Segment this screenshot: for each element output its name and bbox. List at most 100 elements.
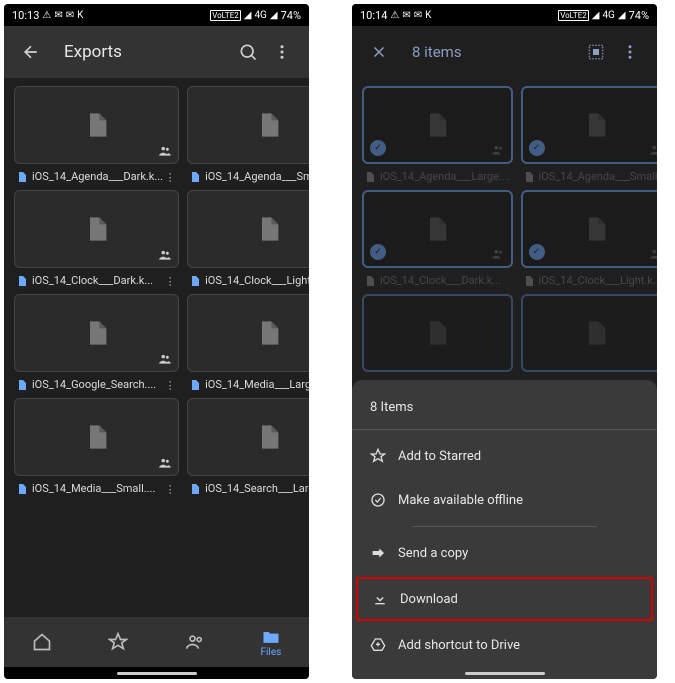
file-card[interactable]: iOS_14_Agenda___Small.... ⋮ (187, 86, 309, 184)
file-thumb[interactable]: ✓ (362, 190, 513, 268)
file-thumb[interactable] (14, 86, 179, 164)
selection-title: 8 items (412, 43, 579, 61)
file-thumb[interactable] (362, 294, 513, 372)
file-name: iOS_14_Search___Large.... (205, 482, 309, 496)
doc-icon (582, 319, 610, 347)
file-card[interactable]: ✓ iOS_14_Agenda___Large.... (362, 86, 513, 184)
clock-text: 10:14 (360, 9, 387, 22)
doc-icon (423, 319, 451, 347)
volte-icon: VoLTE2 (558, 10, 589, 21)
file-card[interactable]: ✓ iOS_14_Clock___Dark.k... (362, 190, 513, 288)
file-thumb[interactable] (187, 398, 309, 476)
file-thumb[interactable] (187, 86, 309, 164)
clock-text: 10:13 (12, 9, 39, 22)
file-card[interactable] (362, 294, 513, 372)
file-thumb[interactable]: ✓ (521, 190, 657, 268)
menu-label: Make available offline (398, 493, 523, 508)
file-thumb[interactable] (14, 294, 179, 372)
shared-icon (158, 144, 172, 158)
selection-app-bar: 8 items (352, 26, 657, 78)
doc-icon (423, 111, 451, 139)
menu-add-starred[interactable]: Add to Starred (352, 434, 657, 478)
check-icon: ✓ (370, 140, 386, 156)
folder-icon (261, 627, 281, 647)
k-icon: K (425, 10, 431, 21)
check-icon: ✓ (370, 244, 386, 260)
file-name: iOS_14_Media___Large.... (205, 378, 309, 392)
select-all-button[interactable] (579, 35, 613, 69)
shared-icon (158, 456, 172, 470)
file-thumb[interactable] (14, 190, 179, 268)
shared-icon (649, 143, 657, 157)
offline-icon (370, 492, 398, 508)
file-type-icon (523, 274, 535, 288)
action-sheet: 8 Items Add to Starred Make available of… (352, 380, 657, 679)
download-icon (372, 591, 400, 607)
file-card[interactable]: iOS_14_Google_Search.... ⋮ (14, 294, 179, 392)
file-thumb[interactable]: ✓ (521, 86, 657, 164)
menu-download[interactable]: Download (356, 577, 653, 621)
file-menu-button[interactable]: ⋮ (163, 483, 177, 496)
file-type-icon (364, 170, 376, 184)
file-menu-button[interactable]: ⋮ (163, 275, 177, 288)
file-card[interactable]: iOS_14_Clock___Light.k... ⋮ (187, 190, 309, 288)
doc-icon (255, 319, 283, 347)
file-card[interactable]: iOS_14_Media___Large.... ⋮ (187, 294, 309, 392)
file-type-icon (16, 170, 28, 184)
doc-icon (255, 423, 283, 451)
file-card[interactable]: ✓ iOS_14_Agenda___Small.... (521, 86, 657, 184)
file-card[interactable]: iOS_14_Agenda___Dark.k... ⋮ (14, 86, 179, 184)
file-name: iOS_14_Agenda___Small.... (539, 170, 657, 184)
file-thumb[interactable] (187, 294, 309, 372)
doc-icon (582, 215, 610, 243)
signal2-icon: ◢ (270, 10, 278, 21)
file-card[interactable]: iOS_14_Media___Small.... ⋮ (14, 398, 179, 496)
menu-send-copy[interactable]: Send a copy (352, 531, 657, 575)
battery-text: 74% (281, 9, 301, 22)
search-button[interactable] (231, 35, 265, 69)
status-bar: 10:13 ⚠ ✉ ✉ K VoLTE2 ◢ 4G ◢ 74% (4, 4, 309, 26)
back-button[interactable] (14, 35, 48, 69)
doc-icon (423, 215, 451, 243)
mail-icon: ✉ (54, 10, 62, 21)
file-thumb[interactable] (14, 398, 179, 476)
overflow-button[interactable] (613, 35, 647, 69)
menu-add-shortcut[interactable]: Add shortcut to Drive (352, 623, 657, 667)
file-menu-button[interactable]: ⋮ (163, 379, 177, 392)
sig4g-text: 4G (254, 10, 266, 21)
file-name: iOS_14_Clock___Light.k... (539, 274, 657, 288)
doc-icon (255, 111, 283, 139)
file-card[interactable] (521, 294, 657, 372)
star-icon (370, 448, 398, 464)
file-card[interactable]: ✓ iOS_14_Clock___Light.k... (521, 190, 657, 288)
shared-icon (491, 247, 505, 261)
file-thumb[interactable] (187, 190, 309, 268)
app-bar: Exports (4, 26, 309, 78)
tab-files-label: Files (260, 647, 281, 658)
file-card[interactable]: iOS_14_Search___Large.... ⋮ (187, 398, 309, 496)
check-icon: ✓ (529, 244, 545, 260)
tab-home[interactable] (4, 632, 80, 652)
file-thumb[interactable] (521, 294, 657, 372)
file-card[interactable]: iOS_14_Clock___Dark.k... ⋮ (14, 190, 179, 288)
file-menu-button[interactable]: ⋮ (163, 171, 177, 184)
tab-starred[interactable] (80, 632, 156, 652)
volte-icon: VoLTE2 (210, 10, 241, 21)
file-grid: iOS_14_Agenda___Dark.k... ⋮ iOS_14_Agend… (4, 78, 309, 617)
phone-left: 10:13 ⚠ ✉ ✉ K VoLTE2 ◢ 4G ◢ 74% Exports (4, 4, 309, 679)
menu-offline[interactable]: Make available offline (352, 478, 657, 522)
doc-icon (83, 423, 111, 451)
doc-icon (582, 111, 610, 139)
tab-files[interactable]: Files (233, 627, 309, 658)
file-name: iOS_14_Google_Search.... (32, 378, 163, 392)
tab-shared[interactable] (157, 632, 233, 652)
close-selection-button[interactable] (362, 35, 396, 69)
file-name: iOS_14_Clock___Dark.k... (380, 274, 511, 288)
sig4g-text: 4G (602, 10, 614, 21)
file-name: iOS_14_Clock___Light.k... (205, 274, 309, 288)
people-icon (185, 632, 205, 652)
gesture-bar (4, 667, 309, 679)
overflow-button[interactable] (265, 35, 299, 69)
file-thumb[interactable]: ✓ (362, 86, 513, 164)
home-icon (32, 632, 52, 652)
